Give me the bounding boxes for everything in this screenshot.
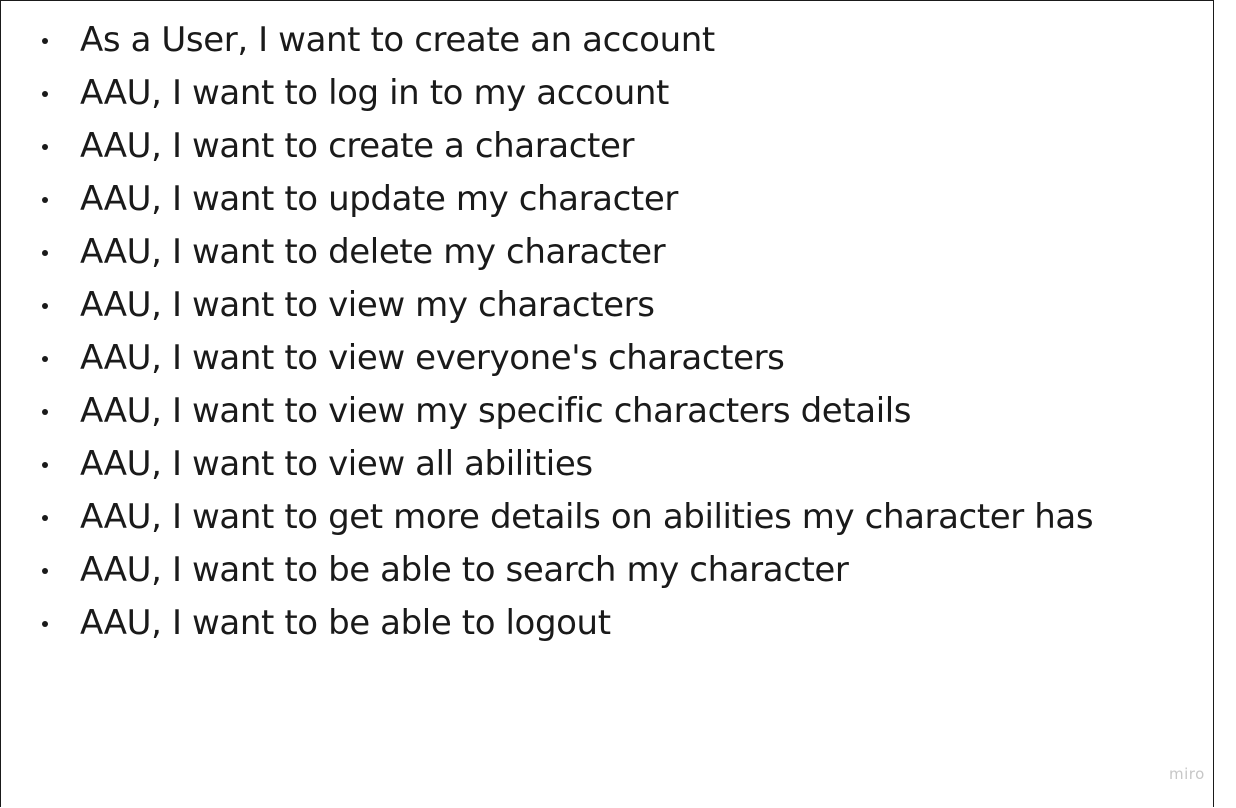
story-text: AAU, I want to view everyone's character…: [80, 338, 785, 378]
list-item: AAU, I want to view my specific characte…: [1, 385, 1093, 438]
list-item: AAU, I want to delete my character: [1, 226, 1093, 279]
story-text: AAU, I want to be able to search my char…: [80, 550, 849, 590]
miro-watermark: miro: [1169, 765, 1205, 783]
board-frame: As a User, I want to create an account A…: [0, 0, 1214, 807]
list-item: AAU, I want to create a character: [1, 120, 1093, 173]
list-item: AAU, I want to log in to my account: [1, 67, 1093, 120]
list-item: AAU, I want to be able to logout: [1, 597, 1093, 650]
story-text: AAU, I want to view my specific characte…: [80, 391, 912, 431]
list-item: AAU, I want to view everyone's character…: [1, 332, 1093, 385]
bullet-icon: [42, 144, 48, 150]
story-text: AAU, I want to get more details on abili…: [80, 497, 1094, 537]
story-text: AAU, I want to view all abilities: [80, 444, 593, 484]
bullet-icon: [42, 91, 48, 97]
list-item: AAU, I want to get more details on abili…: [1, 491, 1094, 544]
list-item: AAU, I want to view all abilities: [1, 438, 1093, 491]
story-text: AAU, I want to delete my character: [80, 232, 666, 272]
list-item: AAU, I want to be able to search my char…: [1, 544, 1093, 597]
story-text: AAU, I want to update my character: [80, 179, 678, 219]
bullet-icon: [42, 621, 48, 627]
bullet-icon: [42, 515, 48, 521]
bullet-icon: [42, 356, 48, 362]
list-item: As a User, I want to create an account: [1, 14, 1093, 67]
story-text: AAU, I want to view my characters: [80, 285, 655, 325]
list-item: AAU, I want to update my character: [1, 173, 1093, 226]
story-text: AAU, I want to be able to logout: [80, 603, 611, 643]
bullet-icon: [42, 409, 48, 415]
list-item: AAU, I want to view my characters: [1, 279, 1093, 332]
story-text: AAU, I want to log in to my account: [80, 73, 669, 113]
bullet-icon: [42, 462, 48, 468]
story-text: AAU, I want to create a character: [80, 126, 635, 166]
bullet-icon: [42, 568, 48, 574]
user-story-list: As a User, I want to create an account A…: [1, 14, 1094, 650]
bullet-icon: [42, 197, 48, 203]
bullet-icon: [42, 303, 48, 309]
story-text: As a User, I want to create an account: [80, 20, 715, 60]
bullet-icon: [42, 38, 48, 44]
bullet-icon: [42, 250, 48, 256]
